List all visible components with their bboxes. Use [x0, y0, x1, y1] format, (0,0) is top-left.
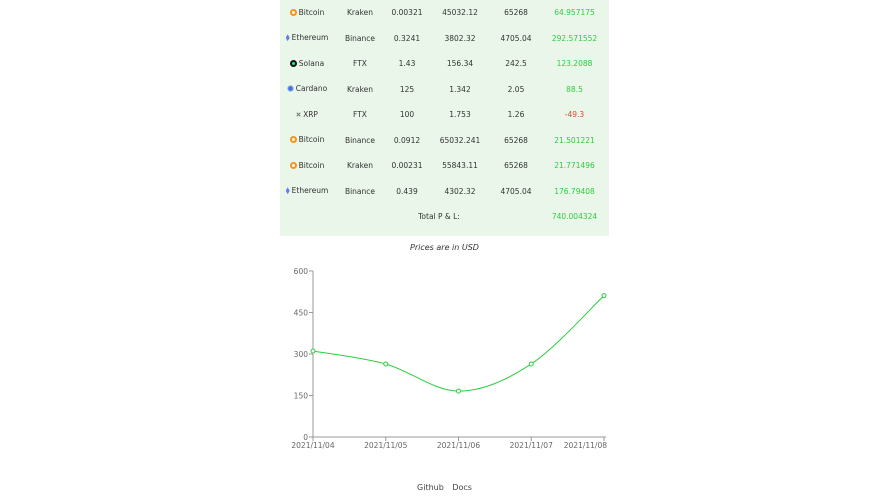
price-line-chart: 01503004506002021/11/04 2021/11/05 2021/11…	[291, 267, 607, 450]
x-tick-label: 2021/11/05	[364, 441, 407, 450]
y-tick-label: 150	[294, 392, 309, 401]
x-tick-label: 2021/11/04	[291, 441, 334, 450]
y-tick-label: 300	[294, 350, 309, 359]
docs-link[interactable]: Docs	[452, 483, 472, 492]
y-tick-label: 600	[294, 267, 309, 276]
github-link[interactable]: Github	[417, 483, 444, 492]
x-tick-label: 2021/11/06	[437, 441, 480, 450]
data-point	[310, 348, 316, 354]
y-tick-label: 450	[294, 309, 309, 318]
x-tick-label: 2021/11/08	[564, 441, 607, 450]
x-tick-label: 2021/11/07	[510, 441, 553, 450]
data-point	[601, 293, 607, 299]
data-point	[383, 361, 389, 367]
price-series-line	[312, 295, 605, 392]
data-point	[528, 361, 534, 367]
footer: Github Docs	[0, 483, 889, 492]
data-point	[456, 388, 461, 394]
page: Bitcoin Kraken 0.00321 45032.12 65268 64…	[0, 0, 889, 500]
